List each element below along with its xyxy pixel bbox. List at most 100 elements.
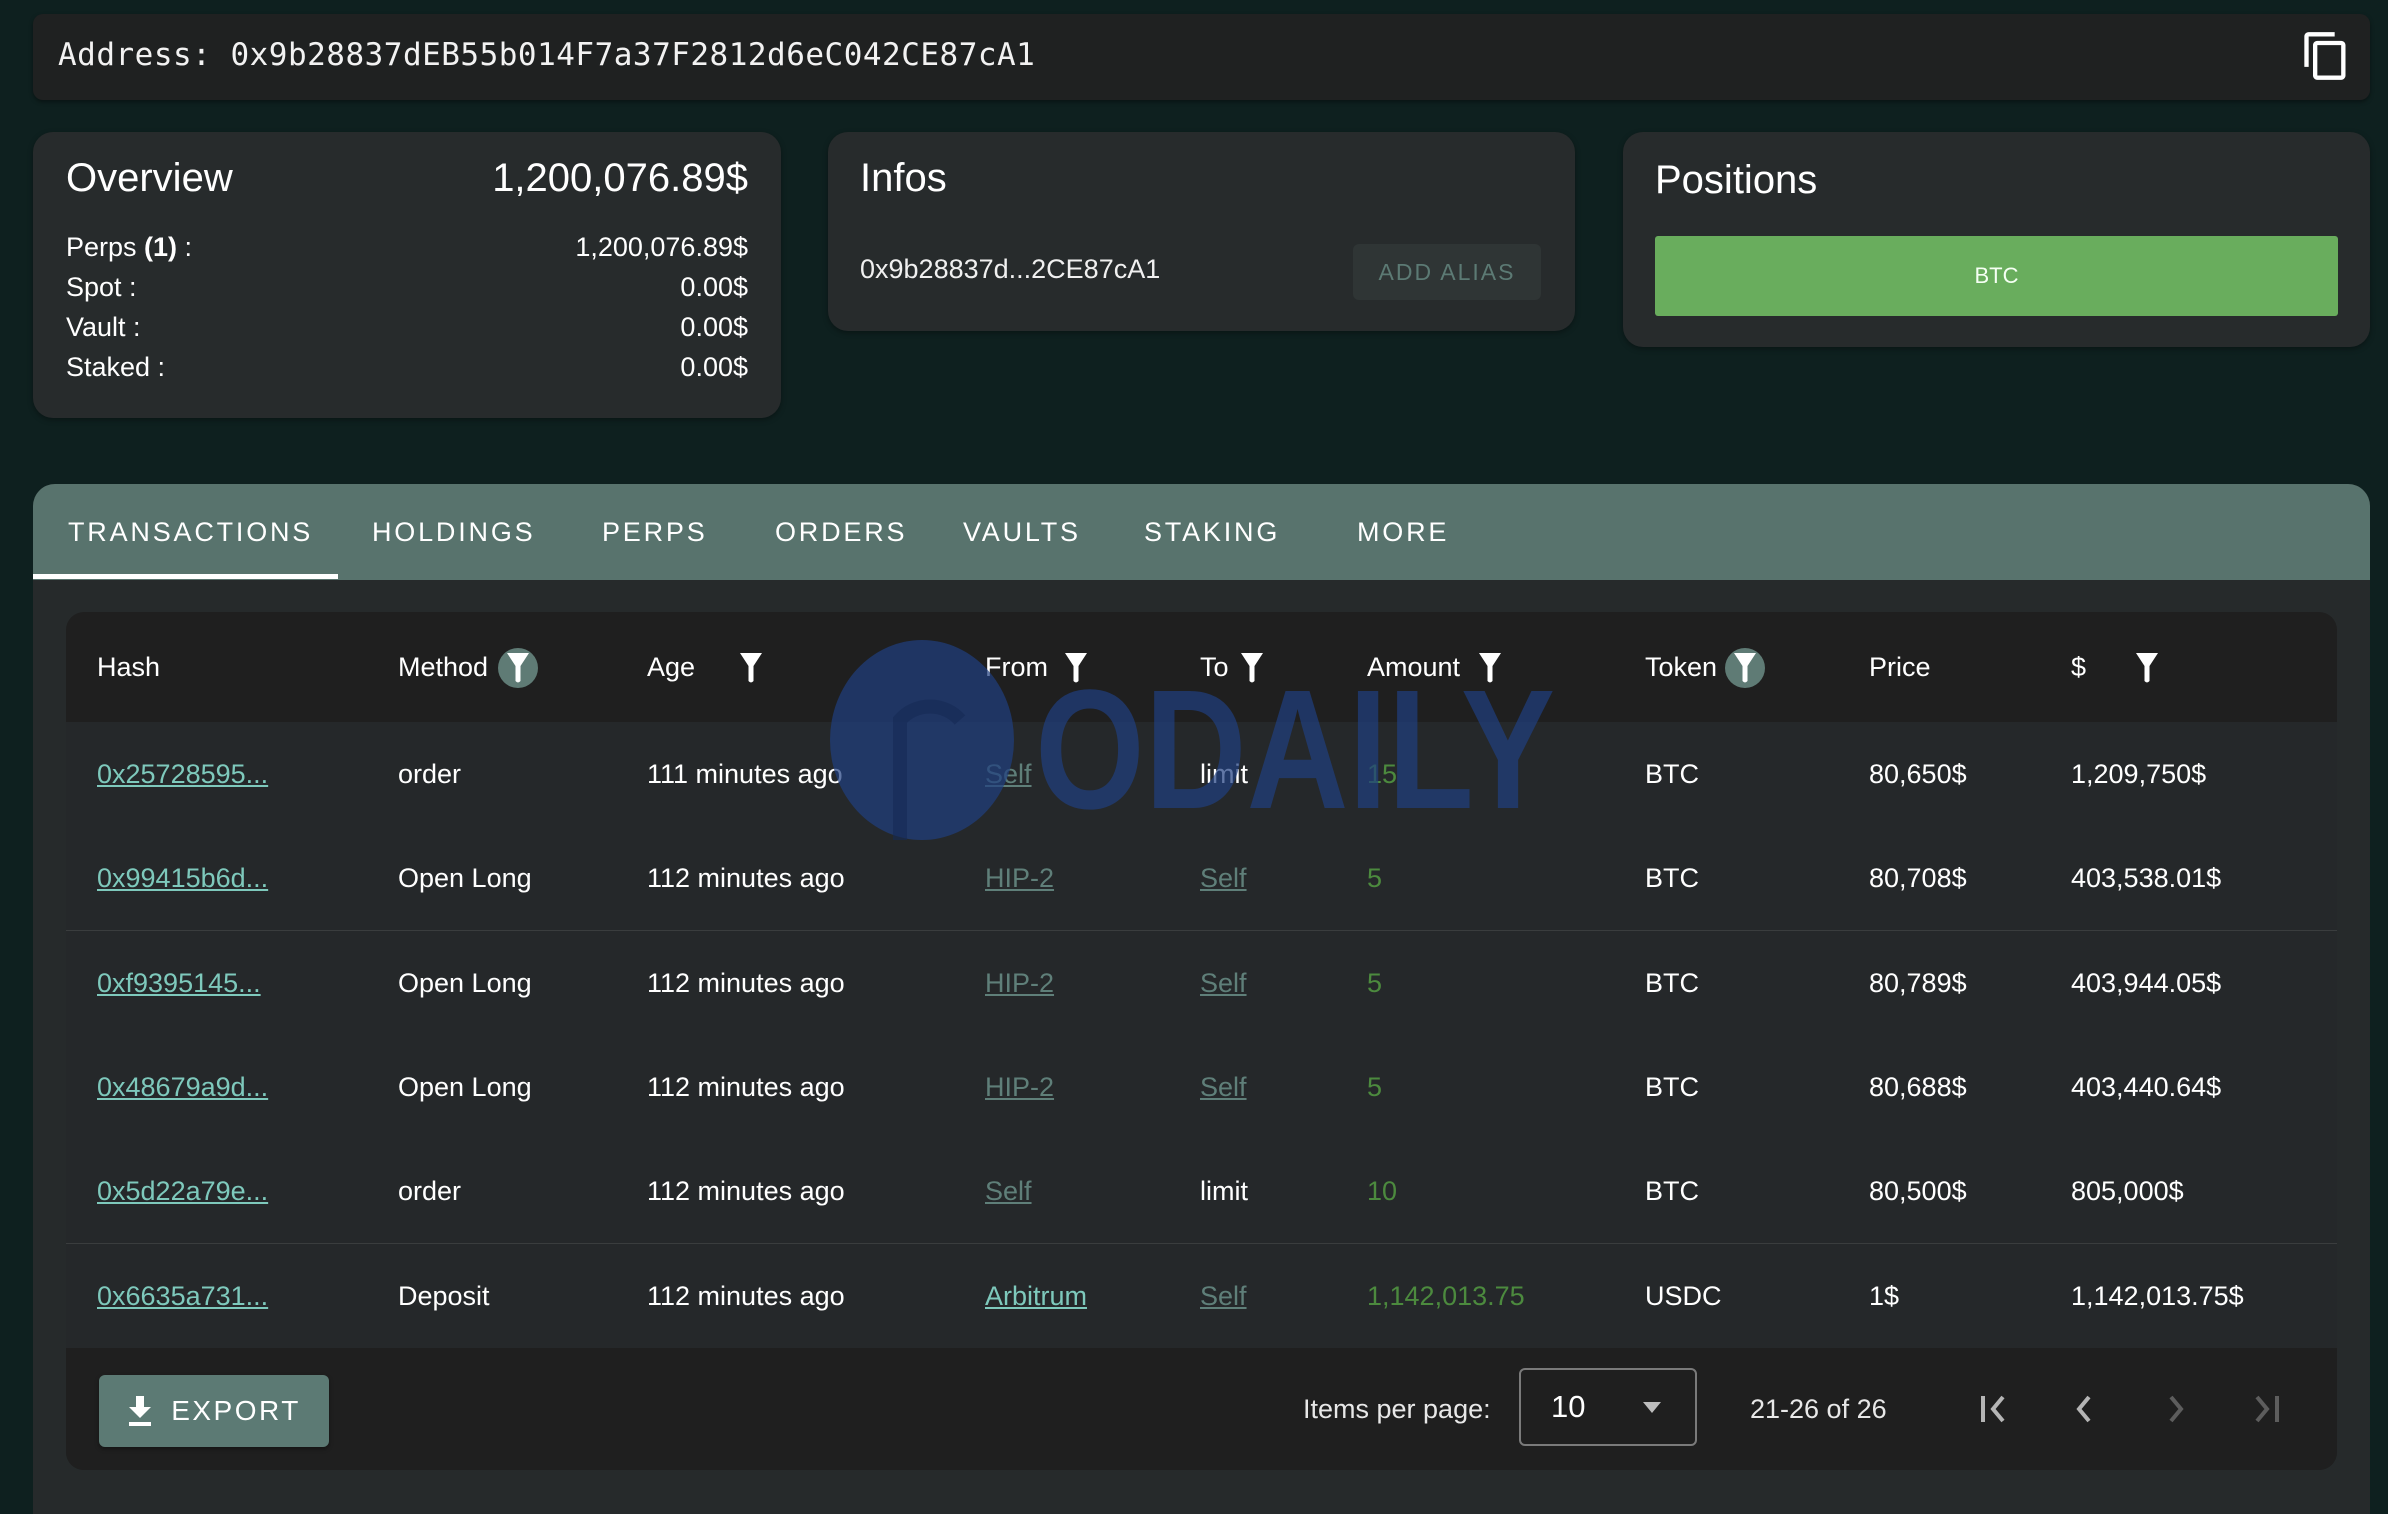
to-link[interactable]: Self (1200, 931, 1247, 1035)
last-page-icon (2255, 1395, 2279, 1423)
download-icon (129, 1396, 152, 1426)
price-cell: 80,688$ (1869, 1071, 1967, 1102)
method-cell: order (398, 1176, 462, 1207)
from-link[interactable]: Self (985, 1139, 1032, 1243)
infos-card: Infos 0x9b28837d...2CE87cA1 ADD ALIAS (828, 132, 1575, 331)
filter-icon (2136, 653, 2158, 683)
positions-title: Positions (1655, 158, 1818, 202)
previous-page-button[interactable] (2059, 1384, 2109, 1434)
hash-link[interactable]: 0x25728595... (97, 722, 268, 826)
from-link[interactable]: HIP-2 (985, 931, 1054, 1035)
tab-vaults[interactable]: VAULTS (963, 484, 1081, 580)
overview-row-vault: Vault : 0.00$ (66, 312, 748, 352)
to-link[interactable]: Self (1200, 826, 1247, 930)
tab-orders[interactable]: ORDERS (775, 484, 907, 580)
add-alias-button[interactable]: ADD ALIAS (1353, 244, 1541, 300)
usd-cell: 403,944.05$ (2071, 967, 2222, 998)
method-filter-button[interactable] (498, 648, 538, 688)
overview-row-label: Perps (1) : (66, 232, 193, 262)
usd-cell: 1,142,013.75$ (2071, 1280, 2244, 1311)
overview-row-value: 1,200,076.89$ (575, 232, 748, 262)
column-hash[interactable]: Hash (97, 612, 160, 722)
column-from[interactable]: From (985, 612, 1048, 722)
price-cell: 1$ (1869, 1280, 1900, 1311)
hash-link[interactable]: 0x48679a9d... (97, 1035, 268, 1139)
column-usd[interactable]: $ (2071, 612, 2086, 722)
overview-row-value: 0.00$ (680, 272, 748, 302)
to-link[interactable]: Self (1200, 1244, 1247, 1348)
column-age[interactable]: Age (647, 612, 695, 722)
to-link[interactable]: Self (1200, 1035, 1247, 1139)
usd-cell: 403,538.01$ (2071, 863, 2222, 894)
address-label: Address: 0x9b28837dEB55b014F7a37F2812d6e… (58, 37, 1036, 73)
position-btc[interactable]: BTC (1655, 236, 2338, 316)
tab-perps[interactable]: PERPS (602, 484, 708, 580)
overview-total: 1,200,076.89$ (492, 156, 748, 200)
method-cell: Open Long (398, 863, 532, 894)
export-label: EXPORT (171, 1395, 301, 1426)
first-page-button[interactable] (1969, 1384, 2019, 1434)
hash-link[interactable]: 0x6635a731... (97, 1244, 268, 1348)
price-cell: 80,500$ (1869, 1176, 1967, 1207)
last-page-button[interactable] (2241, 1384, 2291, 1434)
tab-staking[interactable]: STAKING (1144, 484, 1280, 580)
from-link[interactable]: Self (985, 722, 1032, 826)
hash-link[interactable]: 0x99415b6d... (97, 826, 268, 930)
token-filter-button[interactable] (1725, 648, 1765, 688)
overview-row-value: 0.00$ (680, 352, 748, 382)
filter-icon (1241, 653, 1263, 683)
overview-row-perps: Perps (1) : 1,200,076.89$ (66, 232, 748, 272)
age-filter-button[interactable] (731, 648, 771, 688)
column-token[interactable]: Token (1645, 612, 1717, 722)
filter-icon (740, 653, 762, 683)
next-page-button[interactable] (2151, 1384, 2201, 1434)
column-price[interactable]: Price (1869, 612, 1931, 722)
token-cell: BTC (1645, 1176, 1699, 1207)
overview-row-value: 0.00$ (680, 312, 748, 342)
age-cell: 112 minutes ago (647, 863, 845, 894)
overview-row-label: Vault : (66, 312, 141, 342)
amount-filter-button[interactable] (1470, 648, 1510, 688)
tab-holdings[interactable]: HOLDINGS (372, 484, 535, 580)
address-bar: Address: 0x9b28837dEB55b014F7a37F2812d6e… (33, 14, 2370, 100)
table-row: 0x25728595... order 111 minutes ago Self lim… (66, 722, 2337, 829)
amount-cell: 15 (1367, 759, 1398, 789)
active-tab-indicator (33, 574, 338, 579)
transactions-table: Hash Method Age From To Amount Token Pri… (66, 612, 2337, 1470)
from-filter-button[interactable] (1056, 648, 1096, 688)
table-footer: EXPORT Items per page: 10 21-26 of 26 (66, 1348, 2337, 1470)
method-cell: Deposit (398, 1280, 490, 1311)
table-header: Hash Method Age From To Amount Token Pri… (66, 612, 2337, 725)
from-link[interactable]: HIP-2 (985, 826, 1054, 930)
short-address: 0x9b28837d...2CE87cA1 (860, 254, 1161, 284)
chevron-left-icon (2076, 1395, 2091, 1423)
age-cell: 112 minutes ago (647, 1071, 845, 1102)
token-cell: BTC (1645, 967, 1699, 998)
method-cell: Open Long (398, 967, 532, 998)
tabs-panel: TRANSACTIONS HOLDINGS PERPS ORDERS VAULT… (33, 484, 2370, 1514)
overview-row-staked: Staked : 0.00$ (66, 352, 748, 392)
hash-link[interactable]: 0x5d22a79e... (97, 1139, 268, 1243)
hash-link[interactable]: 0xf9395145... (97, 931, 261, 1035)
first-page-icon (1981, 1395, 2005, 1423)
table-row: 0x6635a731... Deposit 112 minutes ago Arbit… (66, 1243, 2337, 1351)
usd-filter-button[interactable] (2127, 648, 2167, 688)
export-button[interactable]: EXPORT (99, 1375, 329, 1447)
method-cell: Open Long (398, 1071, 532, 1102)
filter-icon (507, 653, 529, 683)
token-cell: BTC (1645, 1071, 1699, 1102)
copy-address-button[interactable] (2300, 30, 2352, 82)
from-link[interactable]: HIP-2 (985, 1035, 1054, 1139)
positions-card: Positions BTC (1623, 132, 2370, 347)
to-filter-button[interactable] (1232, 648, 1272, 688)
tab-more[interactable]: MORE (1357, 484, 1449, 580)
items-per-page-select[interactable]: 10 (1519, 1368, 1697, 1446)
tab-transactions[interactable]: TRANSACTIONS (68, 484, 313, 580)
column-to[interactable]: To (1200, 612, 1229, 722)
from-link[interactable]: Arbitrum (985, 1244, 1087, 1348)
infos-title: Infos (860, 156, 947, 200)
usd-cell: 403,440.64$ (2071, 1071, 2222, 1102)
column-method[interactable]: Method (398, 612, 488, 722)
column-amount[interactable]: Amount (1367, 612, 1460, 722)
token-cell: BTC (1645, 863, 1699, 894)
